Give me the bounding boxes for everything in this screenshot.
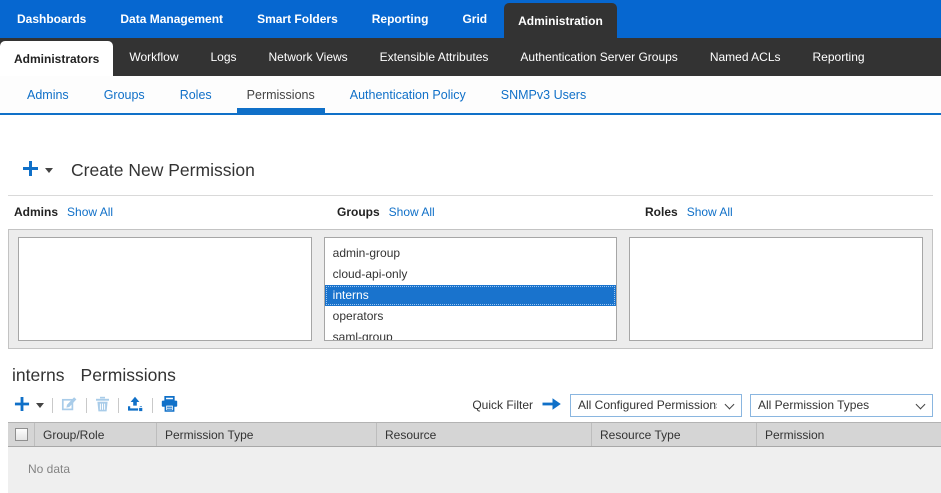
select-all-checkbox[interactable] [15,428,28,441]
topnav-dashboards[interactable]: Dashboards [0,0,103,38]
permissions-title: Permissions [81,365,176,386]
topnav-grid[interactable]: Grid [445,0,504,38]
toolbar-separator [86,398,87,413]
subtab-admins[interactable]: Admins [17,76,79,113]
admins-label: Admins [14,205,58,219]
header-resource[interactable]: Resource [376,423,591,446]
permissions-toolbar: Quick Filter All Configured Permissions … [14,393,933,417]
caret-down-icon [45,168,53,173]
admins-show-all-link[interactable]: Show All [67,205,113,219]
upload-button[interactable] [127,396,144,415]
create-permission-button[interactable] [22,160,53,180]
list-item-selected[interactable]: interns [325,285,617,306]
header-checkbox-cell [8,423,34,446]
topnav-data-management[interactable]: Data Management [103,0,240,38]
subtab-authentication-policy[interactable]: Authentication Policy [340,76,476,113]
tab-authentication-server-groups[interactable]: Authentication Server Groups [504,38,693,76]
topnav-reporting[interactable]: Reporting [355,0,446,38]
header-permission[interactable]: Permission [756,423,941,446]
tab-workflow[interactable]: Workflow [113,38,194,76]
second-nav: Administrators Workflow Logs Network Vie… [0,38,941,76]
toolbar-separator [152,398,153,413]
create-permission-row: Create New Permission [0,155,941,185]
toolbar-separator [52,398,53,413]
tab-logs[interactable]: Logs [194,38,252,76]
selector-panel: admin-group cloud-api-only interns opera… [8,229,933,349]
admins-label-group: Admins Show All [14,205,113,219]
subtab-permissions[interactable]: Permissions [237,76,325,113]
list-item[interactable]: cloud-api-only [325,264,617,285]
subtab-snmpv3-users[interactable]: SNMPv3 Users [491,76,596,113]
caret-down-icon [36,403,44,408]
upload-icon [127,396,144,415]
permissions-table: Group/Role Permission Type Resource Reso… [8,422,941,493]
list-item[interactable]: operators [325,306,617,327]
tab-named-acls[interactable]: Named ACLs [694,38,797,76]
plus-icon [22,160,39,180]
section-divider [8,195,933,196]
selected-group-name: interns [12,365,65,386]
arrow-right-icon [541,397,562,414]
quick-filter-label: Quick Filter [472,398,533,412]
subtab-roles[interactable]: Roles [170,76,222,113]
roles-label-group: Roles Show All [645,205,733,219]
header-resource-type[interactable]: Resource Type [591,423,756,446]
roles-label: Roles [645,205,678,219]
tab-administrators[interactable]: Administrators [0,41,113,76]
trash-icon [95,396,110,415]
groups-show-all-link[interactable]: Show All [389,205,435,219]
configured-permissions-select[interactable]: All Configured Permissions [570,394,742,417]
header-group-role[interactable]: Group/Role [34,423,156,446]
delete-button[interactable] [95,396,110,415]
sub-tabs: Admins Groups Roles Permissions Authenti… [0,76,941,115]
list-item[interactable]: saml-group [325,327,617,341]
edit-icon [61,395,78,415]
groups-label-group: Groups Show All [337,205,435,219]
top-nav: Dashboards Data Management Smart Folders… [0,0,941,38]
tab-network-views[interactable]: Network Views [253,38,364,76]
roles-listbox[interactable] [629,237,923,341]
tab-reporting[interactable]: Reporting [797,38,881,76]
subtab-groups[interactable]: Groups [94,76,155,113]
permission-types-select[interactable]: All Permission Types [750,394,933,417]
edit-button[interactable] [61,395,78,415]
create-permission-title: Create New Permission [71,160,255,181]
tab-extensible-attributes[interactable]: Extensible Attributes [364,38,505,76]
header-permission-type[interactable]: Permission Type [156,423,376,446]
admins-listbox[interactable] [18,237,312,341]
toolbar-separator [118,398,119,413]
empty-state-text: No data [28,462,70,476]
quick-filter-group: Quick Filter All Configured Permissions … [472,394,933,417]
table-header: Group/Role Permission Type Resource Reso… [8,422,941,447]
add-permission-button[interactable] [14,396,44,415]
list-item[interactable]: admin-group [325,243,617,264]
print-icon [161,396,178,415]
permissions-section-heading: interns Permissions [12,365,941,386]
topnav-smart-folders[interactable]: Smart Folders [240,0,355,38]
topnav-administration[interactable]: Administration [504,3,617,38]
selector-labels: Admins Show All Groups Show All Roles Sh… [0,205,941,223]
plus-icon [14,396,30,415]
print-button[interactable] [161,396,178,415]
roles-show-all-link[interactable]: Show All [687,205,733,219]
groups-listbox[interactable]: admin-group cloud-api-only interns opera… [324,237,618,341]
groups-label: Groups [337,205,380,219]
table-body: No data [8,447,941,493]
